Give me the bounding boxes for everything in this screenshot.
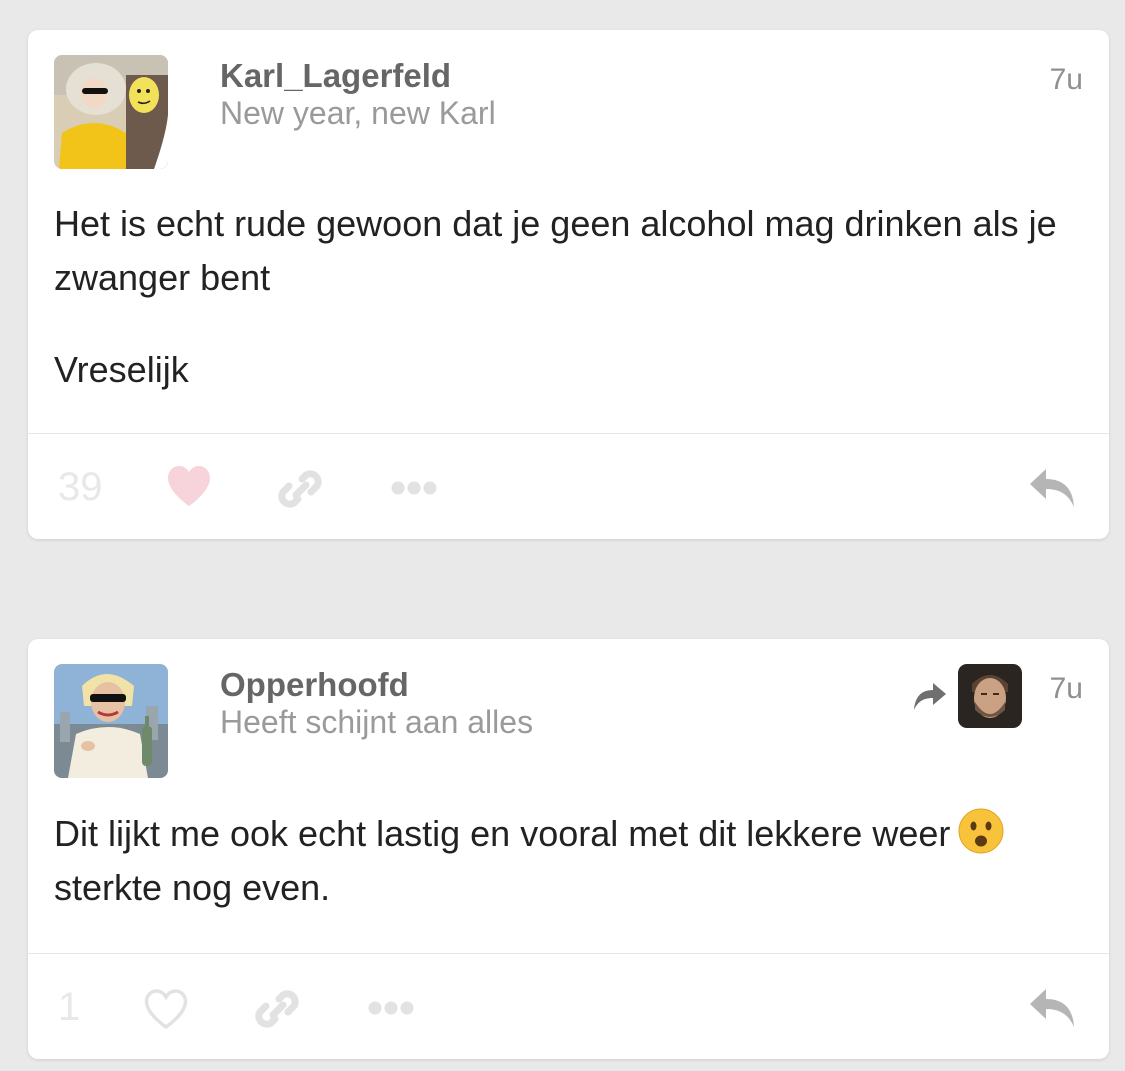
- post-text: Vreselijk: [54, 349, 189, 390]
- avatar[interactable]: [54, 55, 168, 169]
- more-icon[interactable]: [391, 480, 437, 496]
- post-card: Opperhoofd Heeft schijnt aan alles 7u Di…: [28, 639, 1109, 1059]
- blog-title: New year, new Karl: [220, 95, 496, 131]
- more-icon[interactable]: [368, 1000, 414, 1016]
- frowning-face-emoji: [958, 808, 1004, 854]
- like-count: 39: [58, 465, 103, 509]
- post-text: sterkte nog even.: [54, 867, 331, 908]
- username[interactable]: Opperhoofd: [220, 666, 409, 704]
- avatar[interactable]: [54, 664, 168, 778]
- divider: [28, 433, 1109, 434]
- like-count: 1: [58, 985, 81, 1029]
- link-icon[interactable]: [253, 985, 301, 1033]
- post-footer: 1: [28, 955, 1109, 1059]
- post-text: Dit lijkt me ook echt lastig en vooral m…: [54, 807, 1083, 861]
- divider: [28, 953, 1109, 954]
- link-icon[interactable]: [276, 465, 324, 513]
- reblog-icon: [913, 681, 947, 716]
- heart-icon[interactable]: [165, 464, 213, 508]
- post-footer: 39: [28, 435, 1109, 539]
- post-text: Het is echt rude gewoon dat je geen alco…: [54, 203, 1057, 298]
- post-text-line: Dit lijkt me ook echt lastig en vooral m…: [54, 813, 951, 854]
- heart-icon[interactable]: [142, 987, 190, 1031]
- reply-icon[interactable]: [1028, 467, 1076, 509]
- username[interactable]: Karl_Lagerfeld: [220, 57, 451, 95]
- blog-title: Heeft schijnt aan alles: [220, 704, 534, 740]
- reblog-source-avatar[interactable]: [958, 664, 1022, 728]
- reply-icon[interactable]: [1028, 987, 1076, 1029]
- timestamp: 7u: [1049, 63, 1083, 96]
- post-card: Karl_Lagerfeld New year, new Karl 7u Het…: [28, 30, 1109, 539]
- timestamp: 7u: [1049, 672, 1083, 705]
